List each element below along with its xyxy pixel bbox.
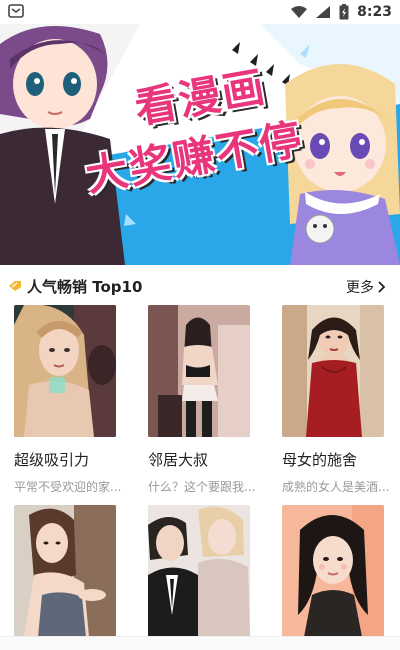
ticket-icon — [9, 281, 21, 291]
chevron-right-icon — [378, 281, 386, 293]
comic-cover[interactable] — [282, 505, 384, 637]
comic-title: 邻居大叔 — [148, 451, 209, 469]
more-link[interactable]: 更多 — [346, 277, 386, 297]
section-title: 人气畅销 Top10 — [27, 278, 143, 296]
signal-icon — [316, 6, 331, 18]
comic-card[interactable]: 母女的施舍 成熟的女人是美酒... — [282, 305, 400, 495]
status-time: 8:23 — [357, 4, 392, 20]
comic-cover[interactable] — [148, 505, 250, 637]
section-header-top10: 人气畅销 Top10 更多 — [0, 268, 400, 304]
comic-cover[interactable] — [282, 305, 384, 437]
comic-card[interactable] — [148, 505, 266, 637]
notification-icon — [8, 4, 24, 18]
comic-cover[interactable] — [14, 505, 116, 637]
status-bar: 8:23 — [0, 0, 400, 24]
comic-title: 超级吸引力 — [14, 451, 90, 469]
comic-description: 什么？这个要跟我... — [148, 480, 256, 494]
comic-card[interactable]: 邻居大叔 什么？这个要跟我... — [148, 305, 266, 495]
comic-description: 平常不受欢迎的家... — [14, 480, 122, 494]
more-label: 更多 — [346, 280, 374, 296]
comic-card[interactable] — [282, 505, 400, 637]
comic-cover[interactable] — [14, 305, 116, 437]
comic-card[interactable]: 超级吸引力 平常不受欢迎的家... — [14, 305, 132, 495]
comic-description: 成熟的女人是美酒... — [282, 480, 390, 494]
bottom-divider — [0, 636, 400, 650]
comic-title: 母女的施舍 — [282, 451, 358, 469]
comic-cover[interactable] — [148, 305, 250, 437]
comic-card[interactable] — [14, 505, 132, 637]
wifi-icon — [291, 6, 308, 18]
promo-banner[interactable]: 看漫画 大奖赚不停 — [0, 24, 400, 265]
battery-charging-icon — [339, 4, 349, 20]
